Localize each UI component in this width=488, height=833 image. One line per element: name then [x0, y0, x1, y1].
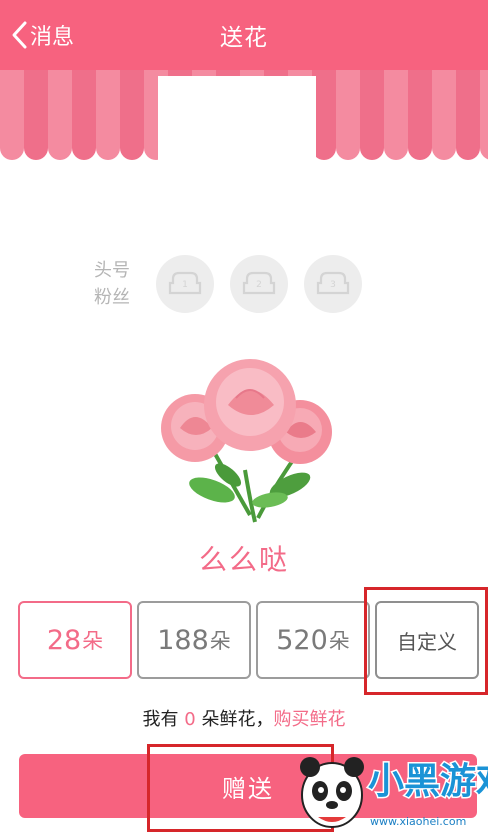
- option-520[interactable]: 520 朵: [256, 601, 370, 679]
- flower-stock: 我有 0 朵鲜花，购买鲜花: [0, 705, 488, 731]
- rose-bouquet-image: [161, 359, 332, 523]
- awning-scallop: [48, 148, 72, 160]
- awning-stripe: [456, 70, 480, 148]
- awning-scallop: [456, 148, 480, 160]
- svg-text:1: 1: [182, 280, 188, 290]
- awning-stripe: [120, 70, 144, 148]
- option-520-unit: 朵: [328, 629, 350, 653]
- fan-slot-2[interactable]: 2: [230, 255, 288, 313]
- top-fans: 头号 粉丝 1 2 3: [94, 255, 362, 313]
- awning-stripe: [96, 70, 120, 148]
- top-fans-label-line2: 粉丝: [94, 287, 130, 308]
- gift-name: 么么哒: [198, 543, 289, 576]
- awning-stripe: [0, 70, 24, 148]
- awning-scallop: [384, 148, 408, 160]
- send-button-label: 赠送: [222, 774, 274, 803]
- svg-text:3: 3: [330, 280, 336, 290]
- option-custom-label: 自定义: [397, 629, 457, 654]
- stage-window: [158, 76, 316, 166]
- awning-stripe: [24, 70, 48, 148]
- top-fans-label-line1: 头号: [94, 260, 130, 281]
- awning-stripe: [336, 70, 360, 148]
- option-188-unit: 朵: [209, 629, 231, 653]
- option-188[interactable]: 188 朵: [137, 601, 251, 679]
- awning-scallop: [24, 148, 48, 160]
- stock-prefix: 我有: [142, 709, 185, 730]
- xiaohei-watermark-logo: 小黑游戏 www.xiaohei.com: [300, 757, 488, 828]
- awning-scallop: [336, 148, 360, 160]
- stock-count: 0: [184, 709, 196, 730]
- page-title: 送花: [220, 25, 268, 51]
- awning-stripe: [432, 70, 456, 148]
- sofa-rank-2-icon: 2: [242, 271, 276, 295]
- awning-scallop: [0, 148, 24, 160]
- option-28-unit: 朵: [82, 629, 104, 653]
- awning-stripe: [408, 70, 432, 148]
- svg-text:2: 2: [256, 280, 262, 290]
- awning-scallop: [480, 148, 488, 160]
- buy-flowers-link[interactable]: 购买鲜花: [273, 709, 345, 730]
- awning-scallop: [408, 148, 432, 160]
- awning-scallop: [432, 148, 456, 160]
- option-520-number: 520: [276, 624, 328, 656]
- option-28-number: 28: [46, 624, 82, 656]
- option-custom[interactable]: 自定义: [375, 601, 479, 679]
- svg-text:小黑游戏: 小黑游戏: [368, 761, 488, 802]
- awning-stripe: [48, 70, 72, 148]
- awning-scallop: [72, 148, 96, 160]
- awning-stripe: [72, 70, 96, 148]
- sofa-rank-3-icon: 3: [316, 271, 350, 295]
- sofa-rank-1-icon: 1: [168, 271, 202, 295]
- fan-slot-1[interactable]: 1: [156, 255, 214, 313]
- awning-scallop: [120, 148, 144, 160]
- awning-scallop: [96, 148, 120, 160]
- awning-scallop: [360, 148, 384, 160]
- awning-stripe: [480, 70, 488, 148]
- stock-suffix: 朵鲜花，: [195, 709, 274, 730]
- fan-slot-3[interactable]: 3: [304, 255, 362, 313]
- svg-text:www.xiaohei.com: www.xiaohei.com: [370, 815, 466, 828]
- awning-stripe: [384, 70, 408, 148]
- option-188-number: 188: [157, 624, 209, 656]
- header-bar: 消息 送花: [0, 0, 488, 70]
- top-fans-label: 头号 粉丝: [94, 257, 140, 311]
- option-28[interactable]: 28 朵: [18, 601, 132, 679]
- awning-stripe: [360, 70, 384, 148]
